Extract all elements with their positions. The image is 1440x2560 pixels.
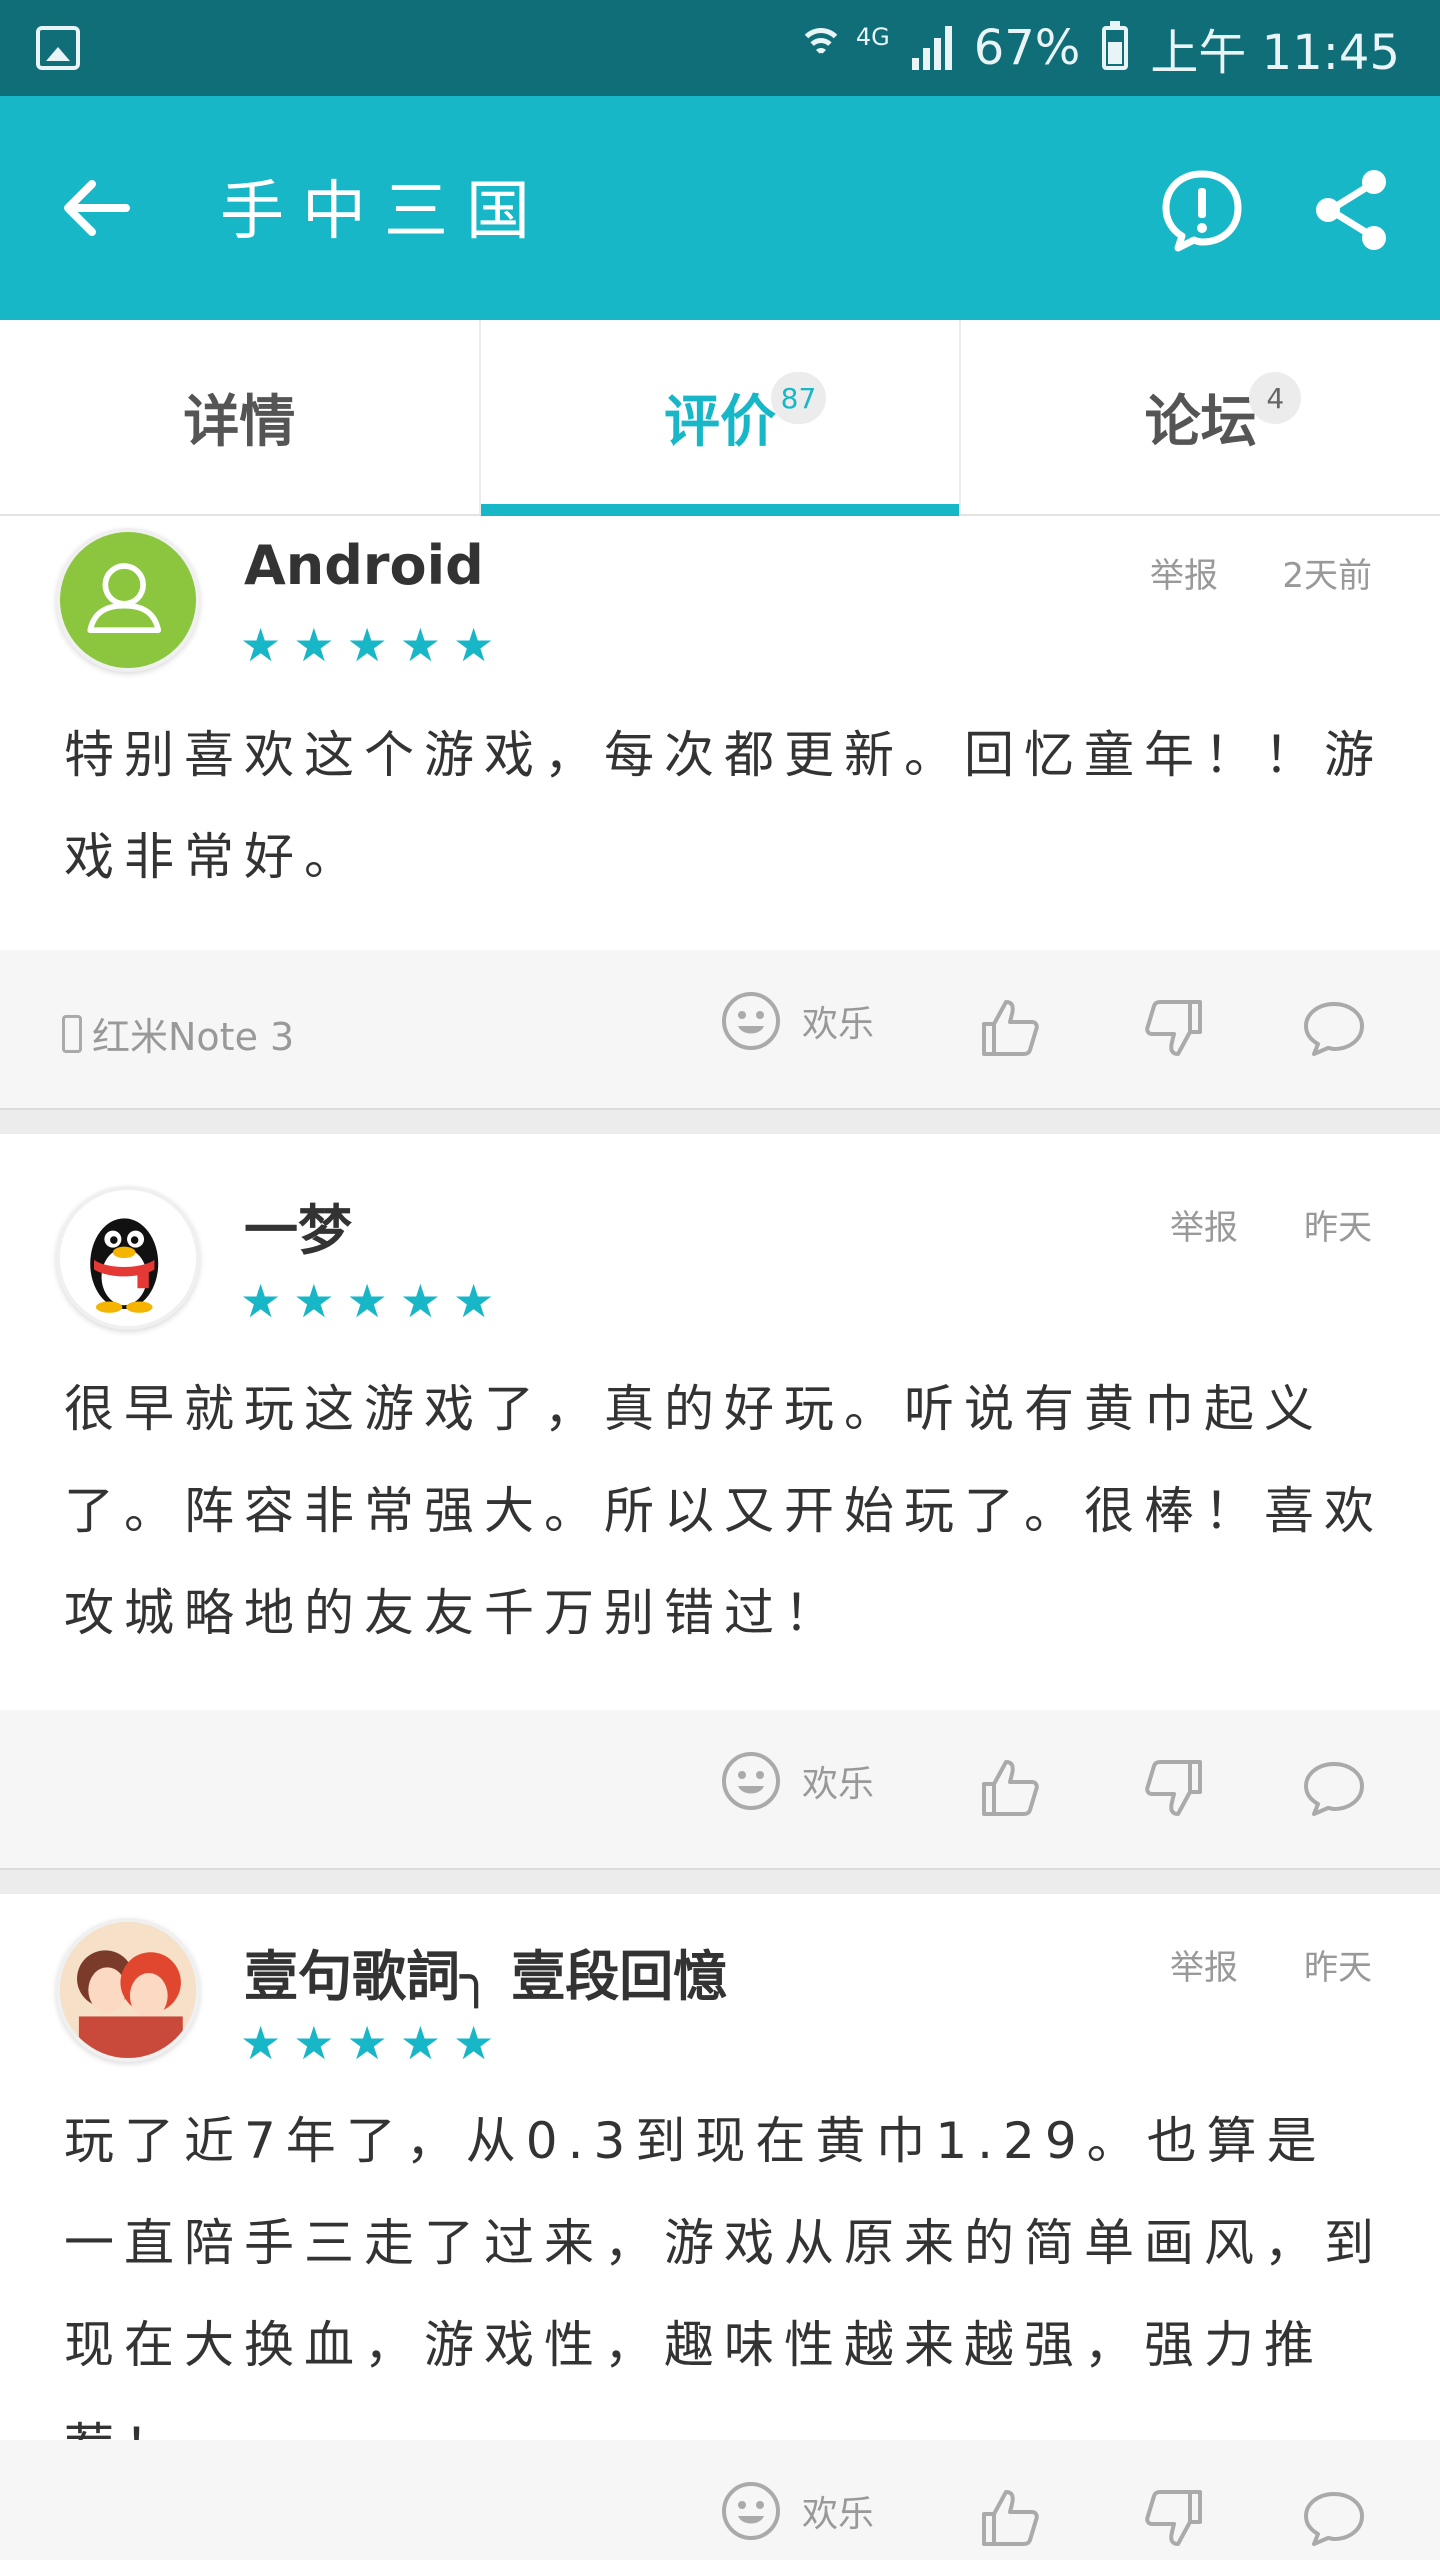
mood-label: 欢乐 <box>802 1004 875 1045</box>
tab-reviews-badge: 87 <box>770 372 827 424</box>
review-time: 昨天 <box>1304 1948 1372 1988</box>
share-icon[interactable] <box>1310 168 1394 252</box>
clock: 上午 11:45 <box>1150 25 1400 81</box>
thumbs-up-icon[interactable] <box>976 2484 1044 2552</box>
tab-details-label: 详情 <box>183 389 296 455</box>
star-icon: ★ <box>346 2016 388 2070</box>
star-icon: ★ <box>240 1274 282 1328</box>
review-time: 2天前 <box>1282 556 1372 596</box>
thumbs-up-icon[interactable] <box>976 994 1044 1062</box>
review-content: 很早就玩这游戏了，真的好玩。听说有黄巾起义了。阵容非常强大。所以又开始玩了。很棒… <box>64 1380 1384 1642</box>
star-icon: ★ <box>293 1274 335 1328</box>
device-name: 红米Note 3 <box>92 1015 295 1059</box>
mood-tag: 欢乐 <box>720 1750 874 1812</box>
tab-details[interactable]: 详情 <box>0 320 481 514</box>
review-list[interactable]: Android ★ ★ ★ ★ ★ 举报 2天前 特别喜欢这个游戏，每次都更新。回忆童年… <box>0 516 1440 2560</box>
comment-icon[interactable] <box>1300 1754 1368 1822</box>
review-content: 玩了近7年了，从0.3到现在黄巾1.29。也算是一直陪手三走了过来，游戏从原来的… <box>64 2112 1384 2476</box>
avatar[interactable] <box>56 1186 200 1330</box>
review-card: 一梦 ★ ★ ★ ★ ★ 举报 昨天 很早就玩这游戏了，真的好玩。听说有黄巾起义了。阵容… <box>0 1134 1440 1870</box>
device-info: 红米Note 3 <box>62 1006 294 1061</box>
comment-icon[interactable] <box>1300 2484 1368 2552</box>
back-arrow-icon[interactable] <box>56 168 136 248</box>
star-icon: ★ <box>399 1274 441 1328</box>
tab-reviews-label: 评价 <box>664 389 776 455</box>
smiley-icon <box>722 1752 780 1810</box>
mood-tag: 欢乐 <box>720 990 874 1052</box>
thumbs-down-icon[interactable] <box>1140 1754 1208 1822</box>
report-link[interactable]: 举报 <box>1150 548 1218 597</box>
username[interactable]: 一梦 <box>244 1186 352 1265</box>
thumbs-down-icon[interactable] <box>1140 994 1208 1062</box>
divider <box>0 1870 1440 1894</box>
report-alert-icon[interactable] <box>1160 168 1244 252</box>
star-icon: ★ <box>399 618 441 672</box>
wifi-icon <box>797 24 844 72</box>
network-type: 4G <box>855 23 890 51</box>
status-indicators: 4G 67% 上午 11:45 <box>797 0 1400 96</box>
star-icon: ★ <box>346 1274 388 1328</box>
star-icon: ★ <box>453 1274 495 1328</box>
review-time: 昨天 <box>1304 1208 1372 1248</box>
app-bar: 手中三国 <box>0 96 1440 320</box>
star-icon: ★ <box>293 2016 335 2070</box>
review-card: Android ★ ★ ★ ★ ★ 举报 2天前 特别喜欢这个游戏，每次都更新。回忆童年… <box>0 516 1440 1110</box>
tab-forum-badge: 4 <box>1249 372 1302 424</box>
mood-tag: 欢乐 <box>720 2480 874 2542</box>
star-icon: ★ <box>240 618 282 672</box>
smiley-icon <box>722 2482 780 2540</box>
anime-avatar-icon <box>60 1922 196 2058</box>
phone-icon <box>62 1014 82 1053</box>
report-link[interactable]: 举报 <box>1170 1200 1238 1249</box>
thumbs-down-icon[interactable] <box>1140 2484 1208 2552</box>
tab-forum[interactable]: 论坛 4 <box>961 320 1440 514</box>
star-icon: ★ <box>453 2016 495 2070</box>
comment-icon[interactable] <box>1300 994 1368 1062</box>
rating-stars: ★ ★ ★ ★ ★ <box>240 1278 494 1324</box>
tab-bar: 详情 评价 87 论坛 4 <box>0 320 1440 516</box>
penguin-avatar-icon <box>90 1218 159 1313</box>
status-bar: 4G 67% 上午 11:45 <box>0 0 1440 96</box>
star-icon: ★ <box>293 618 335 672</box>
username[interactable]: 壹句歌詞╮ 壹段回憶 <box>244 1932 727 2011</box>
divider <box>0 1110 1440 1134</box>
report-link[interactable]: 举报 <box>1170 1940 1238 1989</box>
battery-percent: 67% <box>973 20 1081 76</box>
smiley-icon <box>722 992 780 1050</box>
gallery-notification-icon <box>36 26 80 70</box>
battery-icon <box>1102 21 1129 70</box>
star-icon: ★ <box>240 2016 282 2070</box>
review-footer: 红米Note 3 欢乐 <box>0 950 1440 1110</box>
star-icon: ★ <box>346 618 388 672</box>
star-icon: ★ <box>453 618 495 672</box>
mood-label: 欢乐 <box>802 2494 875 2535</box>
username[interactable]: Android <box>244 534 484 597</box>
review-footer: 欢乐 <box>0 1710 1440 1870</box>
tab-forum-label: 论坛 <box>1144 389 1257 455</box>
star-icon: ★ <box>399 2016 441 2070</box>
review-content: 特别喜欢这个游戏，每次都更新。回忆童年！！游戏非常好。 <box>64 726 1384 886</box>
thumbs-up-icon[interactable] <box>976 1754 1044 1822</box>
rating-stars: ★ ★ ★ ★ ★ <box>240 622 494 668</box>
mood-label: 欢乐 <box>802 1764 875 1805</box>
tab-reviews[interactable]: 评价 87 <box>480 320 962 516</box>
signal-icon <box>911 26 952 70</box>
review-footer: 欢乐 <box>0 2440 1440 2560</box>
page-title: 手中三国 <box>220 175 548 249</box>
rating-stars: ★ ★ ★ ★ ★ <box>240 2020 494 2066</box>
default-user-icon <box>87 563 162 634</box>
review-card: 壹句歌詞╮ 壹段回憶 ★ ★ ★ ★ ★ 举报 昨天 玩了近7年了，从0.3到现在黄巾1… <box>0 1894 1440 2560</box>
avatar[interactable] <box>56 1918 200 2062</box>
avatar[interactable] <box>56 528 200 672</box>
